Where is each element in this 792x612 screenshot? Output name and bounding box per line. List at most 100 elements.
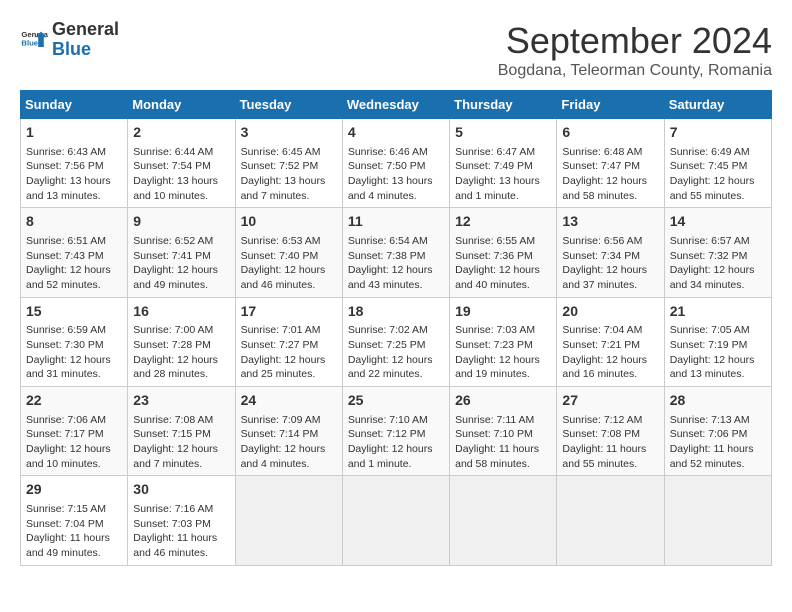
day-info: and 37 minutes. xyxy=(562,278,658,293)
day-number: 13 xyxy=(562,212,658,232)
calendar-cell: 1Sunrise: 6:43 AMSunset: 7:56 PMDaylight… xyxy=(21,119,128,208)
calendar-cell: 8Sunrise: 6:51 AMSunset: 7:43 PMDaylight… xyxy=(21,208,128,297)
calendar-cell xyxy=(450,476,557,565)
day-info: Sunrise: 7:08 AM xyxy=(133,413,229,428)
day-header-tuesday: Tuesday xyxy=(235,91,342,119)
day-info: and 19 minutes. xyxy=(455,367,551,382)
day-number: 6 xyxy=(562,123,658,143)
day-info: Daylight: 11 hours xyxy=(670,442,766,457)
day-info: Sunset: 7:52 PM xyxy=(241,159,337,174)
day-info: Sunrise: 6:47 AM xyxy=(455,145,551,160)
day-info: Sunset: 7:23 PM xyxy=(455,338,551,353)
day-info: Daylight: 11 hours xyxy=(562,442,658,457)
day-info: Sunset: 7:49 PM xyxy=(455,159,551,174)
day-info: Sunset: 7:50 PM xyxy=(348,159,444,174)
calendar-cell: 28Sunrise: 7:13 AMSunset: 7:06 PMDayligh… xyxy=(664,387,771,476)
calendar-cell: 3Sunrise: 6:45 AMSunset: 7:52 PMDaylight… xyxy=(235,119,342,208)
day-info: and 52 minutes. xyxy=(670,457,766,472)
day-info: Daylight: 12 hours xyxy=(455,353,551,368)
day-info: Sunrise: 7:12 AM xyxy=(562,413,658,428)
day-number: 30 xyxy=(133,480,229,500)
day-number: 4 xyxy=(348,123,444,143)
calendar-cell: 5Sunrise: 6:47 AMSunset: 7:49 PMDaylight… xyxy=(450,119,557,208)
day-info: and 55 minutes. xyxy=(562,457,658,472)
day-info: Sunset: 7:27 PM xyxy=(241,338,337,353)
day-info: Sunset: 7:43 PM xyxy=(26,249,122,264)
day-info: Daylight: 12 hours xyxy=(26,442,122,457)
day-info: Daylight: 11 hours xyxy=(133,531,229,546)
day-header-friday: Friday xyxy=(557,91,664,119)
day-info: Daylight: 12 hours xyxy=(133,442,229,457)
calendar-cell: 2Sunrise: 6:44 AMSunset: 7:54 PMDaylight… xyxy=(128,119,235,208)
day-info: and 25 minutes. xyxy=(241,367,337,382)
day-info: Sunset: 7:06 PM xyxy=(670,427,766,442)
day-number: 9 xyxy=(133,212,229,232)
day-info: Sunrise: 6:45 AM xyxy=(241,145,337,160)
calendar-cell: 13Sunrise: 6:56 AMSunset: 7:34 PMDayligh… xyxy=(557,208,664,297)
day-info: Sunset: 7:45 PM xyxy=(670,159,766,174)
calendar-cell: 26Sunrise: 7:11 AMSunset: 7:10 PMDayligh… xyxy=(450,387,557,476)
day-info: Sunset: 7:36 PM xyxy=(455,249,551,264)
calendar-cell: 30 Sunrise: 7:16 AMSunset: 7:03 PMDayligh… xyxy=(128,476,235,565)
day-number: 5 xyxy=(455,123,551,143)
day-number: 21 xyxy=(670,302,766,322)
day-info: Daylight: 13 hours xyxy=(133,174,229,189)
day-info: and 13 minutes. xyxy=(670,367,766,382)
day-info: Daylight: 11 hours xyxy=(26,531,122,546)
day-info: and 1 minute. xyxy=(455,189,551,204)
day-info: Sunrise: 6:51 AM xyxy=(26,234,122,249)
calendar-cell: 6Sunrise: 6:48 AMSunset: 7:47 PMDaylight… xyxy=(557,119,664,208)
day-info: Daylight: 12 hours xyxy=(133,353,229,368)
day-info: Sunrise: 6:49 AM xyxy=(670,145,766,160)
day-info: and 1 minute. xyxy=(348,457,444,472)
day-number: 17 xyxy=(241,302,337,322)
day-number: 18 xyxy=(348,302,444,322)
day-number: 23 xyxy=(133,391,229,411)
day-header-monday: Monday xyxy=(128,91,235,119)
day-info: Daylight: 13 hours xyxy=(241,174,337,189)
day-info: Sunrise: 7:11 AM xyxy=(455,413,551,428)
calendar-cell xyxy=(664,476,771,565)
day-info: and 49 minutes. xyxy=(26,546,122,561)
day-info: and 31 minutes. xyxy=(26,367,122,382)
day-info: Sunrise: 7:16 AM xyxy=(133,502,229,517)
day-info: Sunrise: 7:00 AM xyxy=(133,323,229,338)
day-info: Daylight: 12 hours xyxy=(455,263,551,278)
logo-icon: General Blue xyxy=(20,26,48,54)
day-number: 12 xyxy=(455,212,551,232)
month-title: September 2024 xyxy=(498,20,772,62)
calendar-cell xyxy=(342,476,449,565)
day-info: and 46 minutes. xyxy=(241,278,337,293)
day-info: Daylight: 12 hours xyxy=(133,263,229,278)
day-info: Daylight: 12 hours xyxy=(348,263,444,278)
calendar-table: SundayMondayTuesdayWednesdayThursdayFrid… xyxy=(20,90,772,566)
day-info: Sunset: 7:54 PM xyxy=(133,159,229,174)
day-info: and 16 minutes. xyxy=(562,367,658,382)
day-info: Daylight: 12 hours xyxy=(562,174,658,189)
day-number: 25 xyxy=(348,391,444,411)
day-number: 11 xyxy=(348,212,444,232)
day-info: Sunset: 7:15 PM xyxy=(133,427,229,442)
calendar-cell: 20Sunrise: 7:04 AMSunset: 7:21 PMDayligh… xyxy=(557,297,664,386)
day-number: 2 xyxy=(133,123,229,143)
day-info: and 22 minutes. xyxy=(348,367,444,382)
day-info: Sunset: 7:40 PM xyxy=(241,249,337,264)
day-info: Sunset: 7:03 PM xyxy=(133,517,229,532)
day-info: Sunset: 7:10 PM xyxy=(455,427,551,442)
day-info: Sunset: 7:28 PM xyxy=(133,338,229,353)
day-info: Sunrise: 6:43 AM xyxy=(26,145,122,160)
day-info: Sunset: 7:08 PM xyxy=(562,427,658,442)
day-info: Sunset: 7:21 PM xyxy=(562,338,658,353)
day-info: Sunset: 7:32 PM xyxy=(670,249,766,264)
day-info: Sunrise: 7:09 AM xyxy=(241,413,337,428)
day-info: Daylight: 13 hours xyxy=(26,174,122,189)
calendar-header-row: SundayMondayTuesdayWednesdayThursdayFrid… xyxy=(21,91,772,119)
day-info: Sunrise: 6:53 AM xyxy=(241,234,337,249)
calendar-cell: 24Sunrise: 7:09 AMSunset: 7:14 PMDayligh… xyxy=(235,387,342,476)
day-info: Daylight: 12 hours xyxy=(670,353,766,368)
day-info: and 28 minutes. xyxy=(133,367,229,382)
day-number: 27 xyxy=(562,391,658,411)
day-info: Daylight: 12 hours xyxy=(241,442,337,457)
calendar-cell: 21Sunrise: 7:05 AMSunset: 7:19 PMDayligh… xyxy=(664,297,771,386)
day-info: and 46 minutes. xyxy=(133,546,229,561)
